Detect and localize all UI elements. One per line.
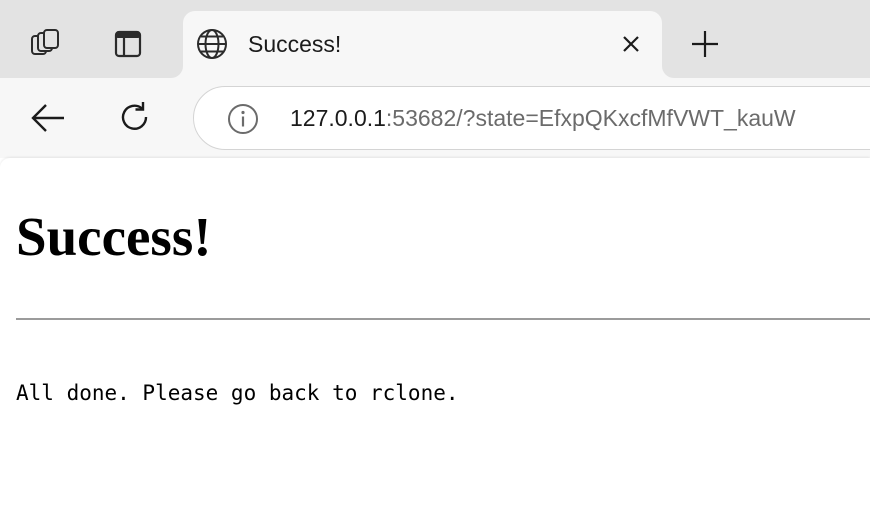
url-text[interactable]: 127.0.0.1:53682/?state=EfxpQKxcfMfVWT_ka… (290, 104, 796, 132)
url-host: 127.0.0.1 (290, 105, 386, 131)
tab-title: Success! (248, 31, 342, 57)
page-title: Success! (16, 206, 212, 267)
refresh-icon (121, 102, 148, 130)
globe-icon (197, 29, 227, 59)
active-tab[interactable]: Success! (183, 11, 662, 78)
navigation-toolbar: 127.0.0.1:53682/?state=EfxpQKxcfMfVWT_ka… (0, 78, 870, 158)
new-tab-button[interactable] (678, 17, 732, 71)
tab-strip: Success! (0, 0, 870, 78)
close-tab-button[interactable] (615, 28, 647, 60)
address-bar[interactable]: 127.0.0.1:53682/?state=EfxpQKxcfMfVWT_ka… (193, 86, 870, 150)
back-arrow-icon (31, 104, 64, 132)
workspaces-icon (31, 29, 59, 55)
page-content: Success! All done. Please go back to rcl… (0, 158, 870, 518)
close-icon (623, 36, 639, 52)
info-icon[interactable] (226, 102, 260, 136)
tab-actions-button[interactable] (101, 17, 155, 71)
workspaces-button[interactable] (18, 17, 72, 71)
divider (16, 318, 870, 320)
back-button[interactable] (21, 91, 75, 145)
status-message: All done. Please go back to rclone. (16, 381, 459, 405)
browser-window: Success! 127.0.0.1:53682/?state=EfxpQKxc… (0, 0, 870, 518)
refresh-button[interactable] (108, 91, 162, 145)
url-path: :53682/?state=EfxpQKxcfMfVWT_kauW (385, 105, 796, 131)
plus-icon (692, 31, 718, 57)
tab-actions-icon (114, 30, 142, 58)
